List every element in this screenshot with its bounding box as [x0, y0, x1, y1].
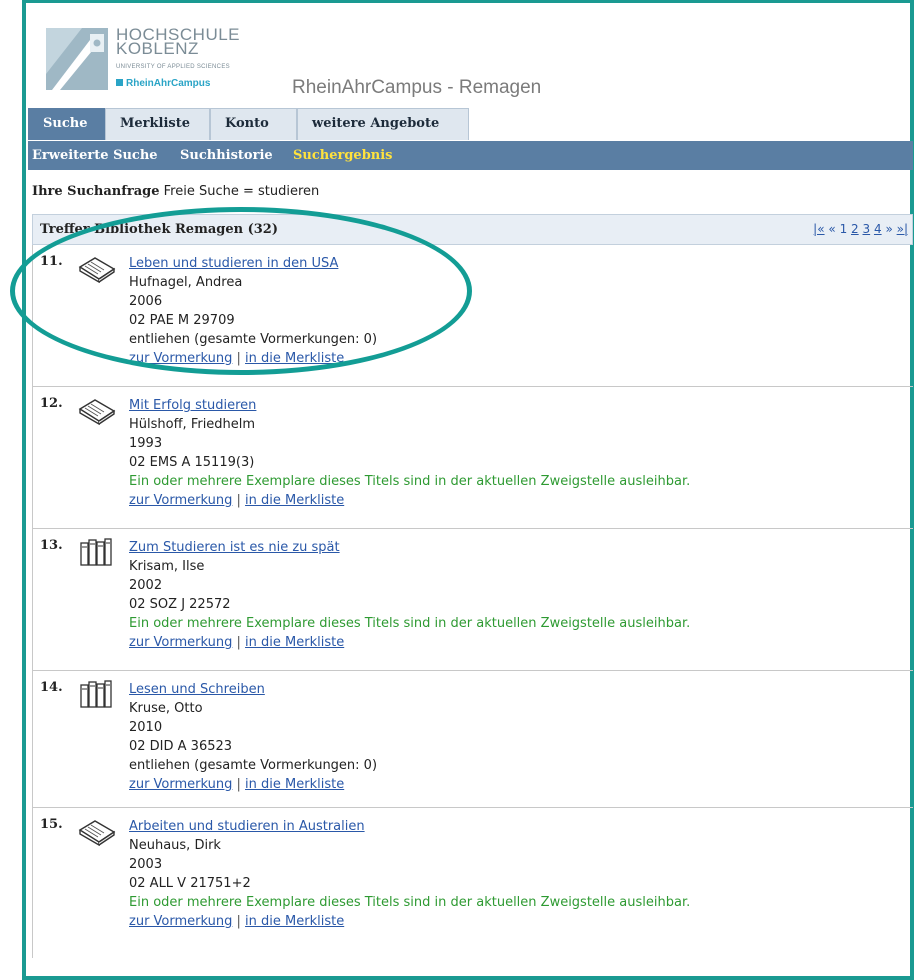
- main-tabs: Suche Merkliste Konto weitere Angebote: [28, 108, 913, 141]
- pager-page-2[interactable]: 2: [851, 222, 859, 236]
- sub-navigation: Erweiterte Suche Suchhistorie Suchergebn…: [28, 141, 913, 170]
- result-item: 11. Leben und studieren in den USA Hufna…: [32, 245, 913, 387]
- result-details: Leben und studieren in den USA Hufnagel,…: [129, 254, 377, 368]
- add-to-watchlist-link[interactable]: in die Merkliste: [245, 914, 344, 929]
- result-details: Arbeiten und studieren in Australien Neu…: [129, 817, 690, 931]
- result-signature: 02 DID A 36523: [129, 739, 233, 754]
- book-icon: [77, 397, 117, 429]
- result-author: Kruse, Otto: [129, 701, 203, 716]
- pager-next: »: [885, 222, 893, 236]
- pager-page-1: 1: [839, 222, 848, 236]
- result-year: 2010: [129, 720, 163, 735]
- result-author: Neuhaus, Dirk: [129, 838, 221, 853]
- pager-first[interactable]: |«: [813, 222, 824, 236]
- add-to-watchlist-link[interactable]: in die Merkliste: [245, 635, 344, 650]
- result-title-link[interactable]: Lesen und Schreiben: [129, 682, 265, 697]
- logo-line-4: RheinAhrCampus: [116, 77, 240, 91]
- tab-weitere-angebote[interactable]: weitere Angebote: [297, 108, 469, 140]
- result-item: 14. Lesen und Schreiben Kruse, Otto 2010…: [32, 671, 913, 808]
- result-year: 2002: [129, 578, 163, 593]
- university-logo-text: HOCHSCHULE KOBLENZ UNIVERSITY OF APPLIED…: [116, 26, 240, 91]
- logo-campus-label: RheinAhrCampus: [126, 78, 211, 89]
- pager-prev: «: [828, 222, 836, 236]
- subnav-suchergebnis[interactable]: Suchergebnis: [293, 141, 393, 170]
- add-to-watchlist-link[interactable]: in die Merkliste: [245, 351, 344, 366]
- header: HOCHSCHULE KOBLENZ UNIVERSITY OF APPLIED…: [28, 25, 908, 105]
- result-details: Lesen und Schreiben Kruse, Otto 2010 02 …: [129, 680, 377, 794]
- result-title-link[interactable]: Zum Studieren ist es nie zu spät: [129, 540, 340, 555]
- result-number: 11.: [40, 254, 63, 269]
- result-status: entliehen (gesamte Vormerkungen: 0): [129, 758, 378, 773]
- result-number: 15.: [40, 817, 63, 832]
- result-signature: 02 ALL V 21751+2: [129, 876, 251, 891]
- search-query: Ihre Suchanfrage Freie Suche = studieren: [32, 184, 319, 199]
- result-status: Ein oder mehrere Exemplare dieses Titels…: [129, 895, 691, 910]
- tab-konto[interactable]: Konto: [210, 108, 297, 140]
- result-year: 1993: [129, 436, 163, 451]
- result-year: 2006: [129, 294, 163, 309]
- reserve-link[interactable]: zur Vormerkung: [129, 635, 232, 650]
- add-to-watchlist-link[interactable]: in die Merkliste: [245, 777, 344, 792]
- reserve-link[interactable]: zur Vormerkung: [129, 493, 232, 508]
- volumes-icon: [79, 679, 113, 713]
- university-logo-icon: [46, 28, 108, 90]
- action-separator: |: [236, 351, 241, 366]
- action-separator: |: [236, 493, 241, 508]
- tab-merkliste[interactable]: Merkliste: [105, 108, 210, 140]
- tab-suche[interactable]: Suche: [28, 108, 105, 140]
- pagination: |« « 1 2 3 4 » »|: [813, 222, 908, 236]
- result-status: Ein oder mehrere Exemplare dieses Titels…: [129, 616, 691, 631]
- action-separator: |: [236, 635, 241, 650]
- pager-page-4[interactable]: 4: [874, 222, 882, 236]
- result-item: 15. Arbeiten und studieren in Australien…: [32, 808, 913, 958]
- result-number: 13.: [40, 538, 63, 553]
- result-number: 14.: [40, 680, 63, 695]
- subnav-erweiterte-suche[interactable]: Erweiterte Suche: [32, 141, 158, 170]
- pager-last[interactable]: »|: [897, 222, 908, 236]
- action-separator: |: [236, 777, 241, 792]
- result-signature: 02 EMS A 15119(3): [129, 455, 255, 470]
- pager-page-3[interactable]: 3: [863, 222, 871, 236]
- campus-title: RheinAhrCampus - Remagen: [292, 77, 542, 98]
- result-item: 13. Zum Studieren ist es nie zu spät Kri…: [32, 529, 913, 671]
- search-query-text: Freie Suche = studieren: [163, 184, 320, 199]
- result-status: Ein oder mehrere Exemplare dieses Titels…: [129, 474, 691, 489]
- result-author: Hülshoff, Friedhelm: [129, 417, 256, 432]
- subnav-suchhistorie[interactable]: Suchhistorie: [180, 141, 273, 170]
- reserve-link[interactable]: zur Vormerkung: [129, 777, 232, 792]
- reserve-link[interactable]: zur Vormerkung: [129, 351, 232, 366]
- result-signature: 02 PAE M 29709: [129, 313, 235, 328]
- result-status: entliehen (gesamte Vormerkungen: 0): [129, 332, 378, 347]
- action-separator: |: [236, 914, 241, 929]
- add-to-watchlist-link[interactable]: in die Merkliste: [245, 493, 344, 508]
- volumes-icon: [79, 537, 113, 571]
- results-list: 11. Leben und studieren in den USA Hufna…: [32, 245, 913, 958]
- result-title-link[interactable]: Mit Erfolg studieren: [129, 398, 256, 413]
- result-author: Krisam, Ilse: [129, 559, 205, 574]
- logo-line-2: KOBLENZ: [116, 39, 199, 58]
- result-title-link[interactable]: Arbeiten und studieren in Australien: [129, 819, 365, 834]
- result-title-link[interactable]: Leben und studieren in den USA: [129, 256, 338, 271]
- results-header: Treffer Bibliothek Remagen (32) |« « 1 2…: [32, 214, 913, 245]
- reserve-link[interactable]: zur Vormerkung: [129, 914, 232, 929]
- result-details: Zum Studieren ist es nie zu spät Krisam,…: [129, 538, 690, 652]
- result-item: 12. Mit Erfolg studieren Hülshoff, Fried…: [32, 387, 913, 529]
- result-signature: 02 SOZ J 22572: [129, 597, 231, 612]
- book-icon: [77, 818, 117, 850]
- result-author: Hufnagel, Andrea: [129, 275, 243, 290]
- result-details: Mit Erfolg studieren Hülshoff, Friedhelm…: [129, 396, 690, 510]
- search-query-label: Ihre Suchanfrage: [32, 184, 160, 199]
- result-number: 12.: [40, 396, 63, 411]
- result-year: 2003: [129, 857, 163, 872]
- results-title: Treffer Bibliothek Remagen (32): [40, 222, 278, 237]
- logo-line-3: UNIVERSITY OF APPLIED SCIENCES: [116, 64, 230, 70]
- book-icon: [77, 255, 117, 287]
